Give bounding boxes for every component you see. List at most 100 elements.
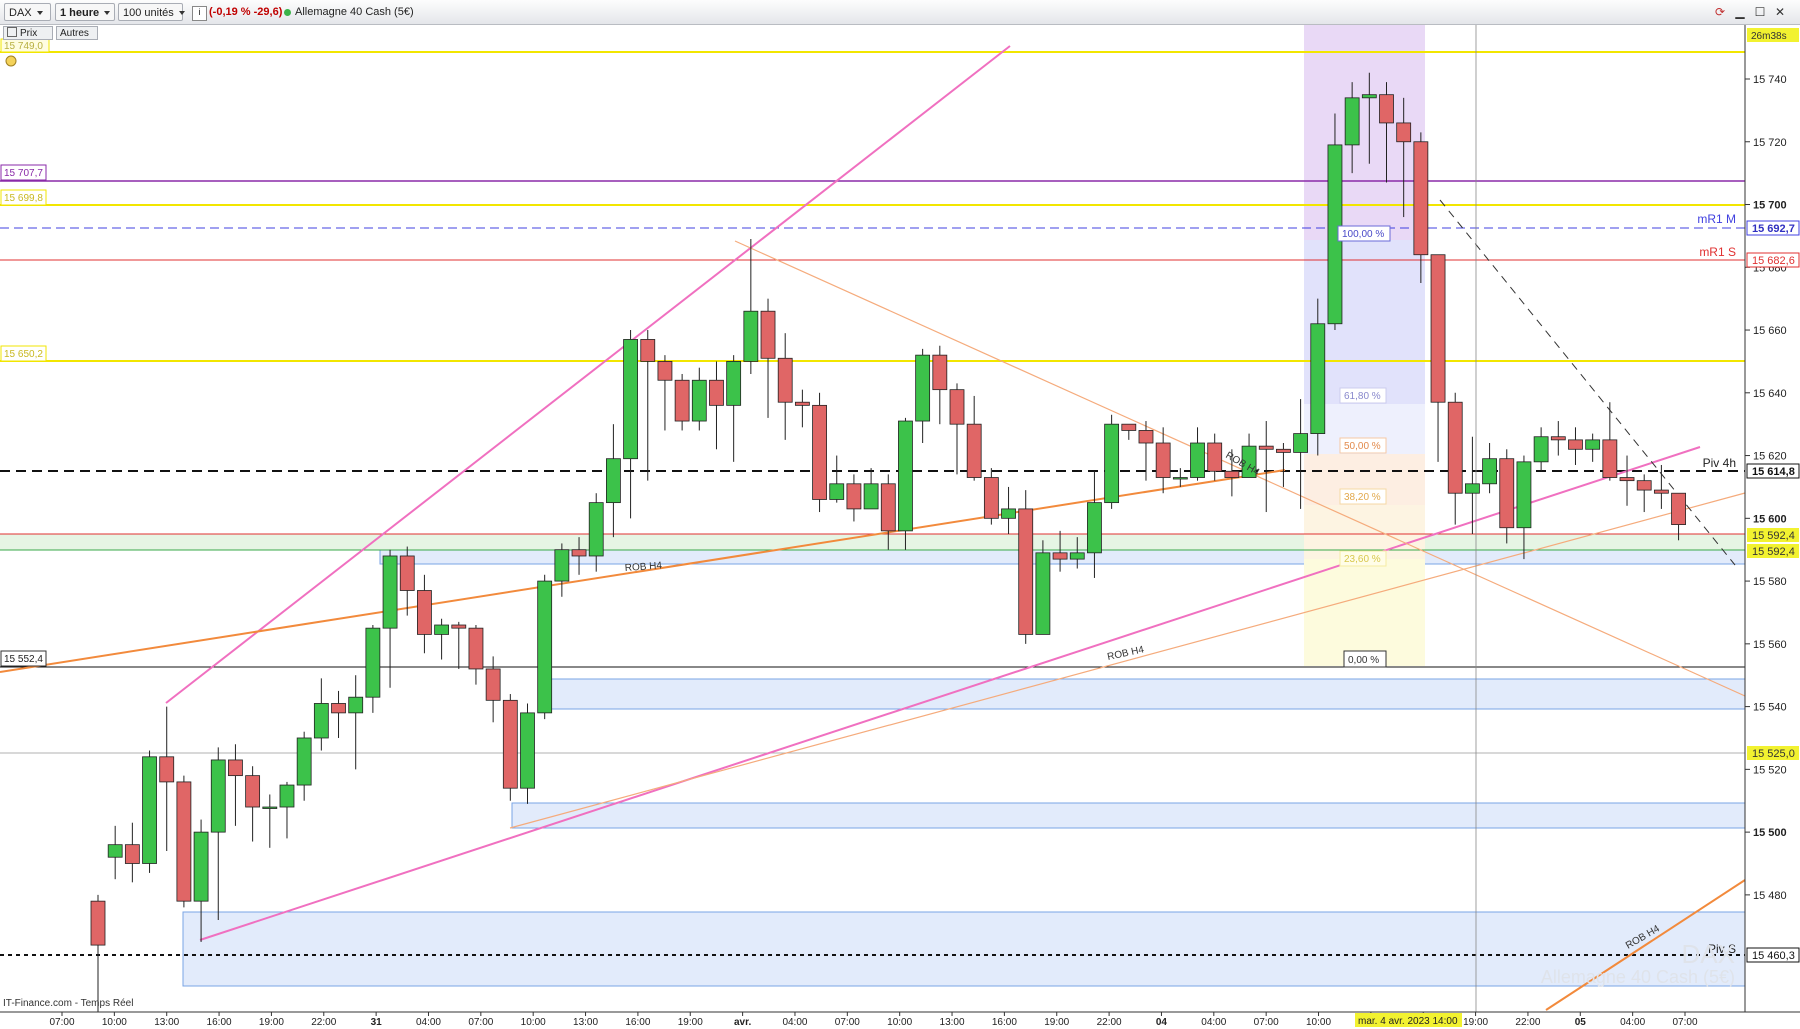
chevron-down-icon xyxy=(36,11,43,16)
candle-up xyxy=(915,354,931,422)
price-button-label: Prix xyxy=(20,28,38,39)
watermark-symbol: DAX xyxy=(1682,939,1735,969)
x-tick-label: 07:00 xyxy=(468,1017,493,1028)
candle-down xyxy=(1138,430,1154,444)
x-tick-label: 07:00 xyxy=(1254,1017,1279,1028)
candle-up xyxy=(434,624,450,635)
x-tick-label: 04:00 xyxy=(1620,1017,1645,1028)
fib-100-text: 100,00 % xyxy=(1342,229,1384,240)
y-tick-label: 15 580 xyxy=(1753,576,1787,588)
candle-up xyxy=(1293,433,1308,453)
x-tick-label: 04 xyxy=(1156,1017,1168,1028)
candle-down xyxy=(1396,122,1412,143)
candle-up xyxy=(1190,442,1205,478)
candle-down xyxy=(1121,423,1137,431)
level-name-mr1m: mR1 M xyxy=(1697,212,1736,226)
y-tick-label: 15 600 xyxy=(1753,513,1787,525)
candle-up xyxy=(382,555,398,629)
candle-down xyxy=(1258,445,1274,450)
candle-down xyxy=(1602,439,1618,478)
candle-down xyxy=(674,379,690,422)
minimize-icon[interactable]: ▁ xyxy=(1732,4,1748,20)
y-tick-label: 15 640 xyxy=(1753,388,1787,400)
left-price-text: 15 707,7 xyxy=(4,168,43,179)
crosshair-time-text: mar. 4 avr. 2023 14:00 xyxy=(1358,1016,1458,1027)
right-price-text: 15 592,4 xyxy=(1752,546,1795,558)
candle-down xyxy=(245,775,261,808)
price-grid-icon xyxy=(7,27,17,37)
candle-up xyxy=(210,759,226,833)
candle-down xyxy=(1052,552,1068,560)
candle-up xyxy=(1172,477,1188,480)
candle-up xyxy=(554,549,570,582)
candle-down xyxy=(812,404,827,500)
instrument-text: Allemagne 40 Cash (5€) xyxy=(295,6,414,18)
x-tick-label: 13:00 xyxy=(940,1017,965,1028)
left-price-text: 15 749,0 xyxy=(4,41,43,52)
y-tick-label: 15 500 xyxy=(1753,827,1787,839)
price-chart[interactable]: ROB H4 ROB H4 ROB H4 ROB H4 100,00 % 61,… xyxy=(0,0,1800,1029)
x-tick-label: 10:00 xyxy=(102,1017,127,1028)
candle-down xyxy=(228,759,243,777)
timeframe-select[interactable]: 1 heure xyxy=(55,3,115,21)
candle-up xyxy=(279,784,295,808)
info-icon[interactable]: i xyxy=(192,6,207,21)
candle-down xyxy=(90,900,106,946)
candle-up xyxy=(365,627,381,698)
x-tick-label: 04:00 xyxy=(782,1017,807,1028)
x-tick-label: 10:00 xyxy=(1306,1017,1331,1028)
symbol-select[interactable]: DAX xyxy=(4,3,51,21)
x-tick-label: 22:00 xyxy=(311,1017,336,1028)
units-select[interactable]: 100 unités xyxy=(118,3,185,21)
candle-up xyxy=(1585,439,1601,450)
others-button-label: Autres xyxy=(60,28,89,39)
fib-label: 0,00 % xyxy=(1343,650,1387,668)
data-source: IT-Finance.com - Temps Réel xyxy=(3,998,133,1009)
x-tick-label: 19:00 xyxy=(259,1017,284,1028)
candle-up xyxy=(898,420,913,532)
candle-up xyxy=(1361,94,1377,99)
fib-50-text: 50,00 % xyxy=(1344,441,1381,452)
toolbar: DAX 1 heure 100 unités i (-0,19 % -29,6)… xyxy=(0,0,1800,25)
x-tick-label: 10:00 xyxy=(887,1017,912,1028)
candle-up xyxy=(193,831,209,902)
x-tick-label: 05 xyxy=(1575,1017,1587,1028)
candle-down xyxy=(1499,458,1515,529)
alert-bell-icon[interactable] xyxy=(5,55,17,67)
y-tick-label: 15 700 xyxy=(1753,200,1787,212)
candle-up xyxy=(1516,461,1532,529)
candle-down xyxy=(1653,489,1669,494)
x-tick-label: 13:00 xyxy=(573,1017,598,1028)
right-price-text: 15 525,0 xyxy=(1752,748,1795,760)
candle-down xyxy=(1155,442,1171,478)
x-tick-label: 07:00 xyxy=(1672,1017,1697,1028)
candle-up xyxy=(1482,458,1497,485)
instrument-name: Allemagne 40 Cash (5€) xyxy=(284,3,414,21)
candle-up xyxy=(1310,323,1326,434)
candle-down xyxy=(451,624,467,629)
candle-down xyxy=(777,357,793,403)
others-button[interactable]: Autres xyxy=(56,26,98,40)
y-tick-label: 15 720 xyxy=(1753,137,1787,149)
candle-down xyxy=(571,549,587,557)
right-price-text: 15 614,8 xyxy=(1752,466,1795,478)
candle-down xyxy=(124,844,140,864)
candle-down xyxy=(983,477,999,519)
x-tick-label: 04:00 xyxy=(416,1017,441,1028)
candle-up xyxy=(348,696,364,714)
demand-zone xyxy=(182,911,1746,987)
close-icon[interactable]: ✕ xyxy=(1772,4,1788,20)
candle-down xyxy=(657,361,673,381)
price-button[interactable]: Prix xyxy=(3,26,53,40)
x-tick-label: avr. xyxy=(734,1017,751,1028)
candle-down xyxy=(1447,401,1463,494)
refresh-icon[interactable]: ⟳ xyxy=(1712,4,1728,20)
candle-down xyxy=(794,401,810,406)
candle-up xyxy=(1035,552,1051,635)
fib-618-text: 61,80 % xyxy=(1344,391,1381,402)
candle-up xyxy=(1087,502,1102,554)
maximize-icon[interactable]: ☐ xyxy=(1752,4,1768,20)
candle-down xyxy=(417,590,432,635)
candle-down xyxy=(1568,439,1583,450)
candle-up xyxy=(262,806,278,809)
